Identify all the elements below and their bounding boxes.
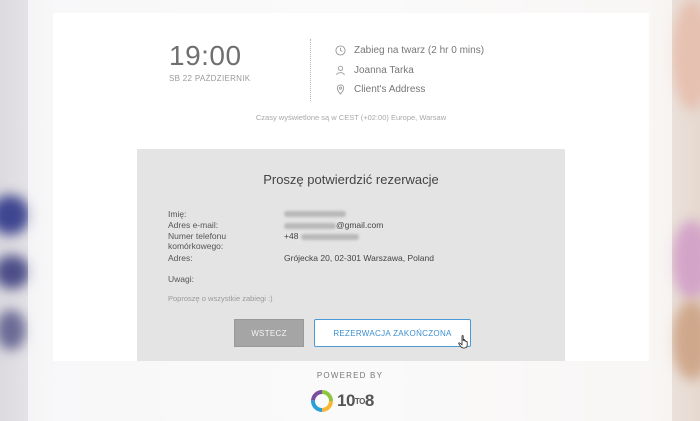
name-label: Imię:	[168, 209, 187, 219]
address-value: Grójecka 20, 02-301 Warszawa, Poland	[284, 253, 434, 263]
address-label: Adres:	[168, 253, 193, 263]
hand-cursor-icon	[458, 335, 468, 349]
service-row: Zabieg na twarz (2 hr 0 mins)	[335, 45, 484, 56]
lavender-blur	[0, 195, 30, 235]
phone-label: Numer telefonu komórkowego:	[168, 231, 227, 251]
email-domain: @gmail.com	[336, 220, 384, 230]
staff-name: Joanna Tarka	[354, 65, 414, 76]
location-row: Client's Address	[335, 84, 425, 95]
notes-value: Poproszę o wszystkie zabiegi :)	[168, 294, 273, 303]
confirm-booking-button[interactable]: REZERWACJA ZAKOŃCZONA	[314, 319, 471, 347]
flower-blur	[672, 220, 700, 300]
location-name: Client's Address	[354, 84, 426, 95]
brand-part: 10	[337, 391, 355, 410]
powered-by-label: POWERED BY	[316, 371, 384, 380]
email-label: Adres e-mail:	[168, 220, 219, 230]
confirmation-title: Proszę potwierdzić rezerwacje	[263, 172, 439, 187]
service-name: Zabieg na twarz (2 hr 0 mins)	[354, 45, 485, 56]
booking-summary-card: 19:00 SB 22 PAŹDZIERNIK Zabieg na twarz …	[53, 13, 649, 361]
phone-prefix: +48	[284, 231, 299, 241]
timezone-note: Czasy wyświetlone są w CEST (+02:00) Eur…	[255, 113, 447, 122]
redacted-text	[284, 222, 336, 229]
brand-part: TO	[354, 397, 365, 407]
vertical-divider	[310, 39, 311, 101]
phone-value: +48	[284, 231, 359, 241]
email-value: @gmail.com	[284, 220, 383, 230]
appointment-time: 19:00	[169, 40, 242, 71]
footer: POWERED BY 10TO8	[0, 361, 700, 421]
brand-ring-icon	[311, 390, 333, 412]
redacted-text	[284, 210, 346, 217]
clock-icon	[335, 45, 346, 56]
staff-row: Joanna Tarka	[335, 65, 414, 76]
name-value-redacted	[284, 208, 346, 218]
brand-logo[interactable]: 10TO8	[310, 389, 374, 413]
notes-label: Uwagi:	[168, 274, 194, 284]
appointment-date: SB 22 PAŹDZIERNIK	[169, 74, 251, 83]
map-pin-icon	[336, 84, 345, 95]
back-button[interactable]: WSTECZ	[234, 319, 304, 347]
brand-part: 8	[364, 391, 374, 410]
redacted-text	[300, 233, 359, 240]
stone-blur	[672, 0, 700, 110]
lavender-blur	[0, 310, 26, 350]
person-icon	[336, 65, 345, 76]
brand-wordmark: 10TO8	[337, 391, 374, 411]
confirmation-panel: Proszę potwierdzić rezerwacje Imię: Adre…	[137, 149, 565, 361]
lavender-blur	[0, 255, 30, 289]
